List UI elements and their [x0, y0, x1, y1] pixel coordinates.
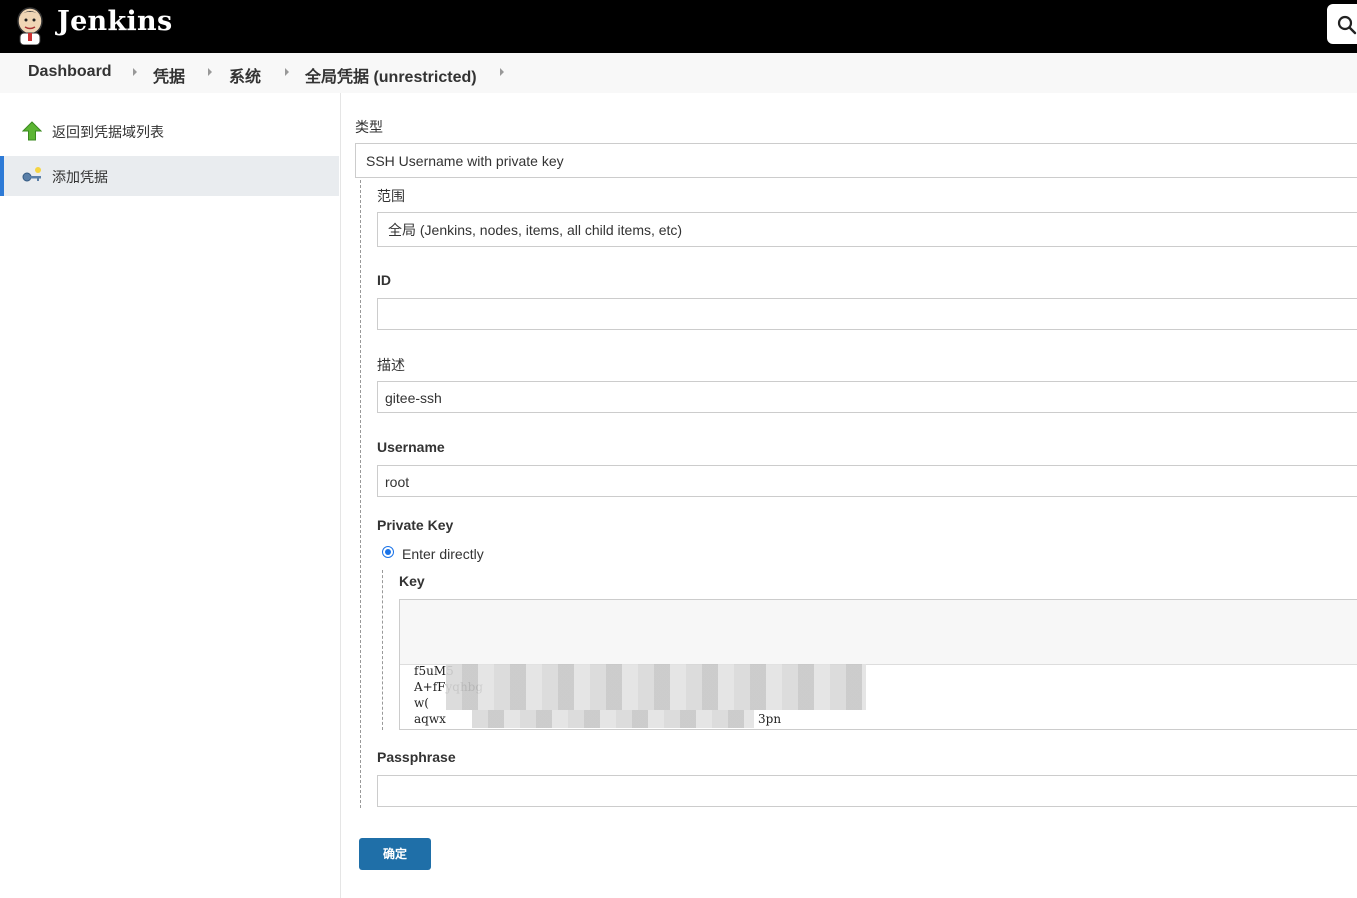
key-icon	[22, 167, 41, 182]
scope-label: 范围	[377, 188, 405, 204]
sidebar-item-back-to-domains[interactable]: 返回到凭据域列表	[0, 111, 339, 151]
username-input[interactable]: root	[377, 465, 1357, 497]
key-section-divider	[382, 570, 383, 730]
key-text-line: aqwx	[414, 712, 446, 726]
breadcrumb-dashboard[interactable]: Dashboard	[28, 63, 112, 81]
id-input[interactable]	[377, 298, 1357, 330]
enter-directly-radio[interactable]	[382, 546, 394, 558]
sidebar-item-label: 添加凭据	[52, 169, 108, 185]
breadcrumb-global-credentials[interactable]: 全局凭据 (unrestricted)	[305, 63, 477, 87]
key-text-line-tail: 3pn	[758, 712, 782, 726]
key-textarea-scroll-area	[400, 600, 1357, 665]
private-key-label: Private Key	[377, 517, 454, 533]
passphrase-label: Passphrase	[377, 749, 456, 765]
top-header: Jenkins	[0, 0, 1357, 53]
breadcrumb: Dashboard 凭据 系统 全局凭据 (unrestricted)	[0, 53, 1357, 93]
enter-directly-label[interactable]: Enter directly	[402, 546, 484, 562]
key-label: Key	[399, 573, 425, 589]
jenkins-logo-icon[interactable]	[14, 5, 46, 45]
description-label: 描述	[377, 357, 405, 373]
search-icon	[1337, 15, 1357, 35]
search-button[interactable]	[1327, 4, 1357, 44]
jenkins-brand[interactable]: Jenkins	[57, 6, 172, 37]
breadcrumb-separator-icon[interactable]	[133, 68, 137, 76]
redaction-blur	[446, 664, 866, 710]
passphrase-input[interactable]	[377, 775, 1357, 807]
breadcrumb-separator-icon[interactable]	[208, 68, 212, 76]
breadcrumb-credentials[interactable]: 凭据	[153, 63, 185, 87]
breadcrumb-separator-icon[interactable]	[500, 68, 504, 76]
breadcrumb-separator-icon[interactable]	[285, 68, 289, 76]
up-arrow-icon	[22, 121, 42, 141]
sidebar-item-label: 返回到凭据域列表	[52, 124, 164, 140]
key-text-line: w(	[414, 696, 429, 710]
kind-select[interactable]: SSH Username with private key	[355, 143, 1357, 178]
id-label: ID	[377, 272, 391, 288]
kind-label: 类型	[355, 119, 383, 135]
redaction-blur	[472, 710, 754, 728]
username-label: Username	[377, 439, 445, 455]
sidebar: 返回到凭据域列表 添加凭据	[0, 93, 341, 898]
breadcrumb-system[interactable]: 系统	[229, 63, 261, 87]
nested-section-divider	[360, 180, 361, 808]
scope-select[interactable]: 全局 (Jenkins, nodes, items, all child ite…	[377, 212, 1357, 247]
description-input[interactable]: gitee-ssh	[377, 381, 1357, 413]
submit-button[interactable]: 确定	[359, 838, 431, 870]
sidebar-item-add-credential[interactable]: 添加凭据	[0, 156, 339, 196]
key-textarea[interactable]: f5uM5 A+fFyqhbg w( aqwx 3pn	[399, 599, 1357, 730]
